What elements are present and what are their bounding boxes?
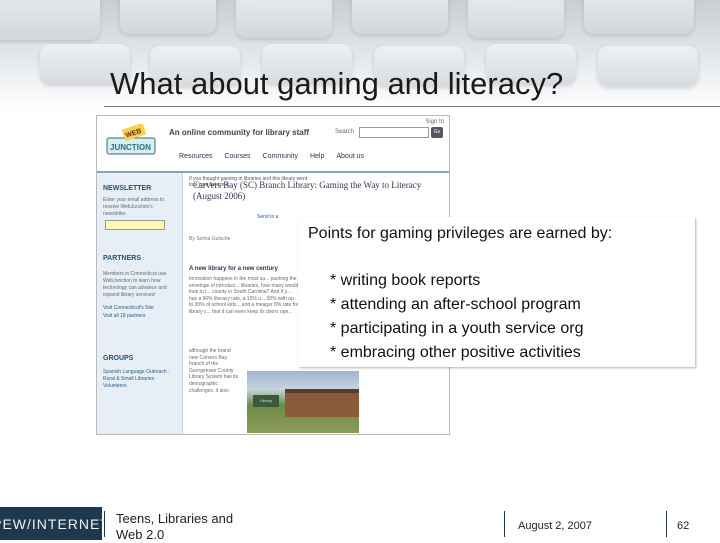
search-input[interactable] [359,127,429,138]
partners-link-all[interactable]: Visit all 18 partners [103,313,177,320]
keyboard-key [236,0,332,38]
page-number: 62 [677,520,690,532]
footer-date: August 2, 2007 [518,520,593,532]
callout-item: * attending an after-school program [330,296,581,313]
site-banner: WEB JUNCTION An online community for lib… [97,116,449,173]
newsletter-heading: NEWSLETTER [103,185,152,192]
nav-item-courses[interactable]: Courses [224,153,250,160]
callout-box: Points for gaming privileges are earned … [298,217,695,367]
article-body-continued: although the brand new Carvers Bay branc… [189,348,239,394]
nav-item-resources[interactable]: Resources [179,153,212,160]
footer-divider [666,511,667,537]
footer-text-line2: Web 2.0 [116,527,165,542]
nav-item-about[interactable]: About us [336,153,364,160]
logo-bottom-text: JUNCTION [110,143,151,152]
newsletter-text: Enter your email address to receive WebJ… [103,197,165,217]
groups-heading: GROUPS [103,355,134,362]
nav-item-community[interactable]: Community [263,153,298,160]
newsletter-email-input[interactable] [105,220,165,230]
keyboard-key [598,46,698,86]
keyboard-key [468,0,564,38]
keyboard-key [120,0,216,34]
keyboard-key [584,0,694,34]
site-nav: Resources Courses Community Help About u… [179,153,364,160]
slide-title: What about gaming and literacy? [110,66,564,101]
nav-item-help[interactable]: Help [310,153,324,160]
callout-item: * writing book reports [330,272,481,289]
partners-text: Members in Connecticut use WebJunction t… [103,271,167,298]
library-building [285,389,359,417]
send-to-link[interactable]: Send to a [257,214,278,220]
library-sign: Library [253,395,279,407]
article-title: Carvers Bay (SC) Branch Library: Gaming … [193,180,422,201]
footer-text-line1: Teens, Libraries and [116,511,234,526]
search-label: Search [335,129,355,135]
title-divider [104,106,720,107]
article-body: Innovation happens in the most su... pus… [189,276,299,315]
partners-link[interactable]: Visit Connecticut's Site [103,305,177,312]
slide-footer: PEW/INTERNET Teens, Libraries and Web 2.… [0,507,720,543]
partners-heading: PARTNERS [103,255,141,262]
pew-internet-logo: PEW/INTERNET [0,507,109,540]
webjunction-logo: WEB JUNCTION [106,124,156,155]
site-tagline: An online community for library staff [169,128,310,137]
library-photo: Library [247,371,359,433]
article-subhead: A new library for a new century [189,266,278,272]
footer-text: Teens, Libraries and Web 2.0 [116,511,233,543]
callout-list: * writing book reports * attending an af… [330,269,583,365]
keyboard-key [0,0,100,40]
go-button[interactable]: Go [431,127,443,138]
sign-in-link[interactable]: Sign In [425,119,444,125]
article-byline: By Selma Gutsche [189,236,231,242]
groups-list[interactable]: Spanish Language Outreach · Rural & Smal… [103,369,177,390]
footer-divider [504,511,505,537]
keyboard-key [352,0,448,34]
callout-item: * embracing other positive activities [330,344,581,361]
footer-divider [104,511,105,537]
callout-item: * participating in a youth service org [330,320,584,337]
site-sidebar: NEWSLETTER Enter your email address to r… [97,173,183,434]
callout-heading: Points for gaming privileges are earned … [308,225,613,242]
